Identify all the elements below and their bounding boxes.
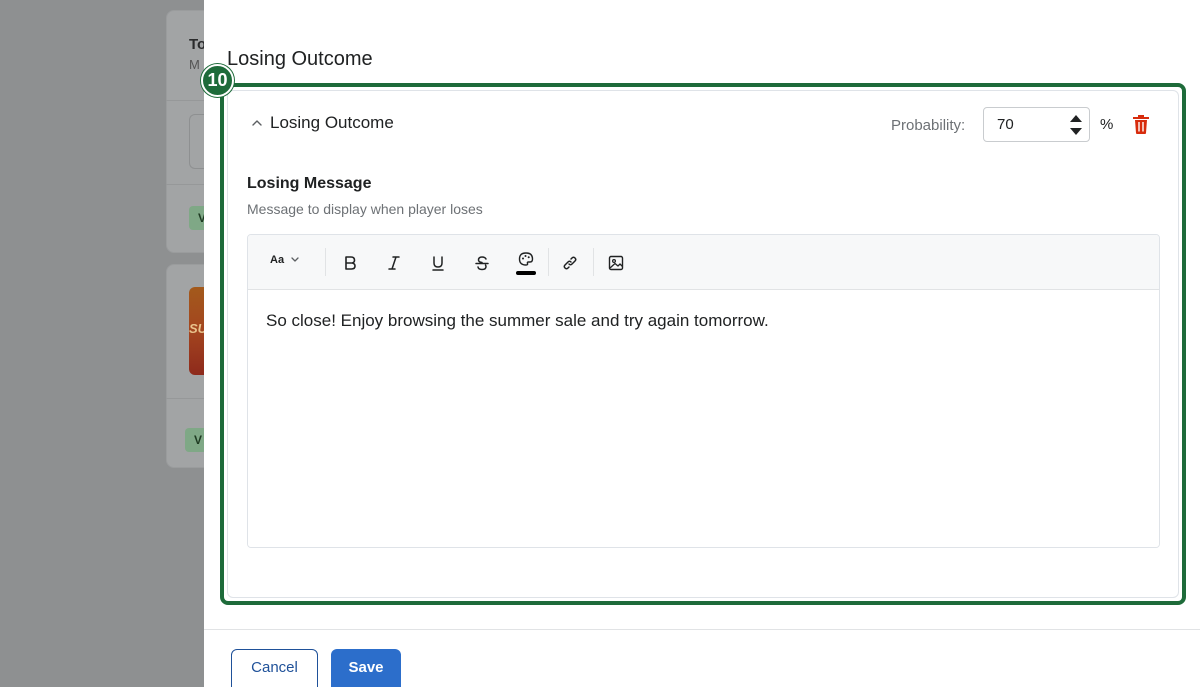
decrement-arrow-icon[interactable] xyxy=(1068,126,1084,138)
link-button[interactable] xyxy=(558,251,582,275)
editor-toolbar: Aa xyxy=(248,235,1159,290)
insert-image-button[interactable] xyxy=(604,251,628,275)
italic-icon xyxy=(388,256,400,270)
editor-content-area[interactable]: So close! Enjoy browsing the summer sale… xyxy=(248,291,1159,547)
font-size-label: Aa xyxy=(270,254,285,266)
probability-field xyxy=(983,107,1090,142)
outcome-header-label: Losing Outcome xyxy=(270,113,394,132)
losing-message-label: Losing Message xyxy=(247,175,372,192)
background-divider xyxy=(166,100,206,101)
background-divider xyxy=(166,398,206,399)
background-card-subtitle: M xyxy=(189,57,200,72)
toolbar-divider xyxy=(325,248,326,276)
toolbar-divider xyxy=(548,248,549,276)
underline-icon xyxy=(432,256,444,271)
percent-symbol: % xyxy=(1100,116,1114,133)
annotation-number-badge: 10 xyxy=(201,64,234,97)
probability-label: Probability: xyxy=(891,117,966,134)
increment-arrow-icon[interactable] xyxy=(1068,112,1084,124)
font-size-dropdown[interactable]: Aa xyxy=(270,254,300,266)
image-icon xyxy=(608,255,624,271)
text-color-button[interactable] xyxy=(514,248,538,278)
bold-button[interactable] xyxy=(338,251,362,275)
drawer-title: Losing Outcome xyxy=(227,48,373,70)
losing-outcome-card: Losing Outcome Probability: % Losing Mes… xyxy=(227,90,1179,598)
text-color-swatch xyxy=(516,271,536,275)
save-button[interactable]: Save xyxy=(331,649,401,687)
strikethrough-button[interactable] xyxy=(470,251,494,275)
strikethrough-icon xyxy=(475,256,489,271)
outcome-drawer: Losing Outcome Losing Outcome Probabilit… xyxy=(201,0,1200,687)
probability-input[interactable] xyxy=(984,108,1064,141)
toolbar-divider xyxy=(593,248,594,276)
trash-icon[interactable] xyxy=(1131,113,1151,135)
link-icon xyxy=(563,256,577,270)
underline-button[interactable] xyxy=(426,251,450,275)
chevron-down-icon xyxy=(291,257,299,262)
footer-divider xyxy=(204,629,1200,630)
bold-icon xyxy=(345,256,356,270)
losing-message-help-text: Message to display when player loses xyxy=(247,201,483,217)
probability-stepper[interactable] xyxy=(1068,112,1084,138)
background-divider xyxy=(166,184,206,185)
chevron-up-icon xyxy=(252,120,262,126)
palette-icon xyxy=(518,252,534,266)
rich-text-editor: Aa So close! Enjoy browsing the summer s… xyxy=(247,234,1160,548)
cancel-button[interactable]: Cancel xyxy=(231,649,318,687)
italic-button[interactable] xyxy=(382,251,406,275)
outcome-collapse-toggle[interactable]: Losing Outcome xyxy=(250,113,394,133)
